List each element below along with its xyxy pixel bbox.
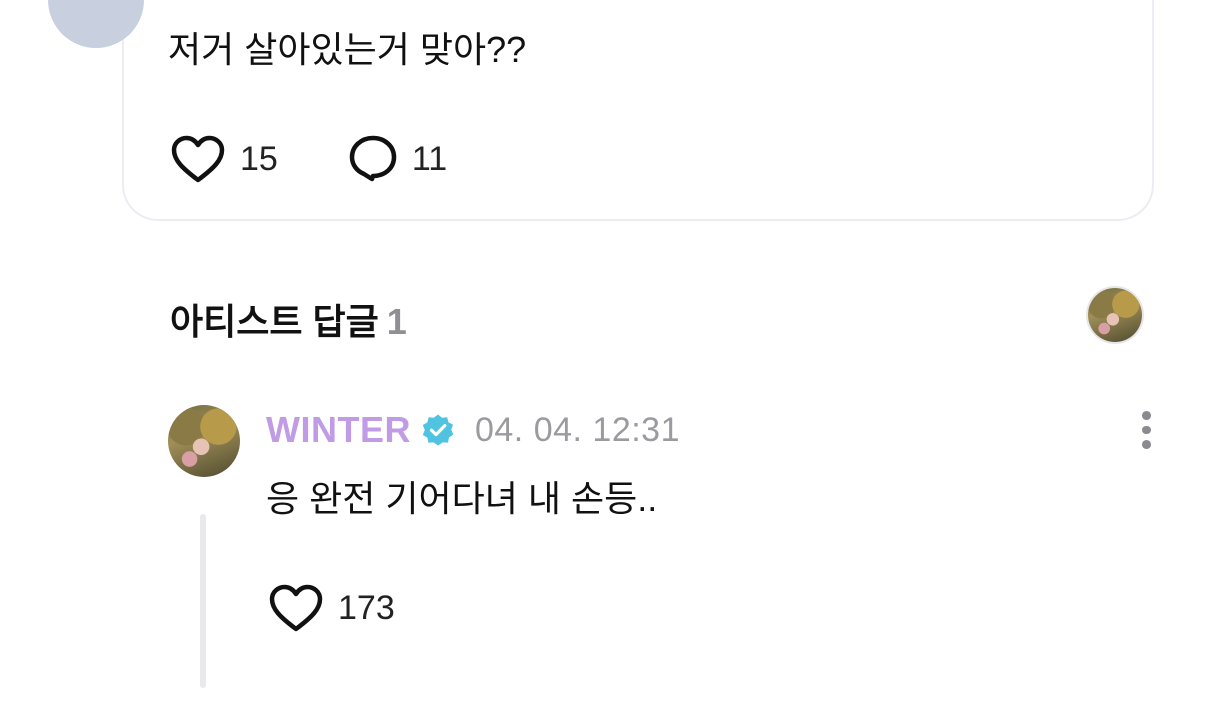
post-comment-button[interactable]: 11 <box>348 134 447 184</box>
reply-like-button[interactable]: 173 <box>268 583 395 633</box>
post-like-count: 15 <box>240 139 278 178</box>
reply-author-name[interactable]: WINTER <box>266 409 411 451</box>
artist-replies-header: 아티스트 답글 1 <box>170 293 407 345</box>
more-options-button[interactable] <box>1130 408 1162 452</box>
more-vertical-icon-dot <box>1141 440 1151 450</box>
post-detail-page: 저거 살아있는거 맞아?? 15 11 아티스트 답글 1 WINTER 04.… <box>0 0 1206 712</box>
reply-like-count: 173 <box>338 588 395 627</box>
artist-replies-count: 1 <box>386 301 407 342</box>
thread-line <box>200 514 206 688</box>
artist-photo <box>1088 288 1142 342</box>
reply-author-photo <box>168 405 240 477</box>
heart-icon <box>269 584 323 632</box>
reply-meta: WINTER 04. 04. 12:31 <box>266 408 680 452</box>
post-comment-count: 11 <box>411 139 448 178</box>
reply-actions: 173 <box>268 582 395 634</box>
heart-icon <box>171 135 225 183</box>
reply-text: 응 완전 기어다녀 내 손등.. <box>266 478 658 519</box>
artist-avatar[interactable] <box>1086 286 1144 344</box>
post-like-button[interactable]: 15 <box>170 134 278 184</box>
more-vertical-icon-dot <box>1141 425 1151 435</box>
artist-replies-title: 아티스트 답글 <box>170 301 379 342</box>
post-actions: 15 11 <box>170 133 447 185</box>
verified-badge-icon <box>422 414 454 446</box>
comment-bubble-icon <box>349 135 397 182</box>
reply-timestamp: 04. 04. 12:31 <box>474 410 680 449</box>
post-text: 저거 살아있는거 맞아?? <box>168 29 527 70</box>
more-vertical-icon-dot <box>1141 411 1151 420</box>
reply-author-avatar[interactable] <box>168 405 240 477</box>
